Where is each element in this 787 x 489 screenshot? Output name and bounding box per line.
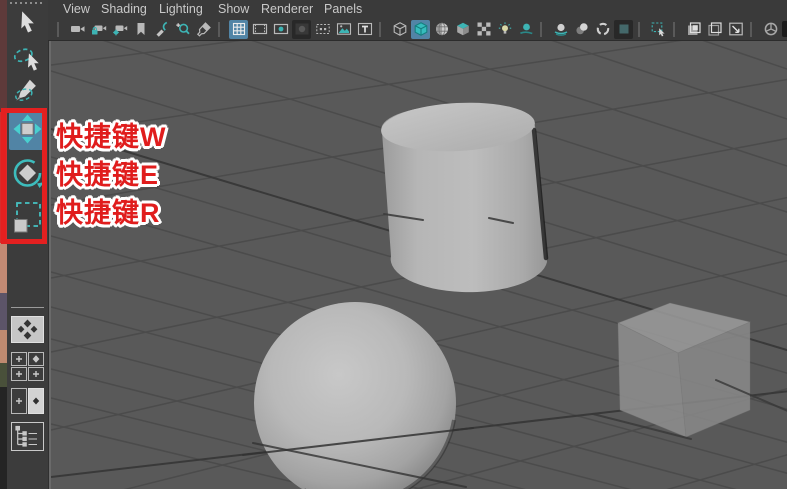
- gate-mask-icon[interactable]: [292, 19, 311, 39]
- strip-segment: [0, 0, 7, 112]
- separator: [57, 21, 63, 37]
- strip-segment: [0, 112, 7, 243]
- panel-header: View Shading Lighting Show Renderer Pane…: [48, 0, 787, 41]
- field-chart-icon[interactable]: [313, 20, 332, 39]
- isolate-select-load-icon[interactable]: [705, 20, 724, 39]
- separator: [750, 21, 756, 37]
- menu-item-view[interactable]: View: [63, 2, 90, 16]
- sphere-object[interactable]: [254, 302, 456, 489]
- pane-layout-button-b[interactable]: [28, 352, 44, 366]
- maya-window: View Shading Lighting Show Renderer Pane…: [0, 0, 787, 489]
- select-arrow-icon: [13, 8, 43, 43]
- rotate-tool-icon: [9, 152, 46, 199]
- multisampling-icon[interactable]: [614, 19, 633, 39]
- film-gate-icon[interactable]: [250, 20, 269, 39]
- cube-object[interactable]: [617, 302, 752, 438]
- bookmark-icon[interactable]: [131, 20, 150, 39]
- menu-item-show[interactable]: Show: [218, 2, 249, 16]
- shaded-mode-icon[interactable]: [411, 19, 430, 39]
- lighting-icon[interactable]: [495, 20, 514, 39]
- pane-layout-button-d[interactable]: [28, 367, 44, 381]
- two-pane-left-button[interactable]: [11, 388, 27, 414]
- separator: [218, 21, 224, 37]
- paint-select-tool-button[interactable]: [9, 78, 46, 106]
- grid-display-icon[interactable]: [229, 19, 248, 39]
- menu-item-lighting[interactable]: Lighting: [159, 2, 203, 16]
- lasso-icon: [11, 45, 45, 78]
- pane-layout-button-a[interactable]: [11, 352, 27, 366]
- strip-segment: [0, 243, 7, 293]
- panel-toolbar: 0.001.00: [48, 18, 787, 40]
- strip-segment: [0, 387, 7, 489]
- exposure-icon[interactable]: [761, 20, 780, 39]
- two-pane-right-button[interactable]: [28, 388, 44, 414]
- scene: [51, 40, 787, 489]
- cylinder-object[interactable]: [380, 99, 549, 293]
- single-pane-icon: [11, 315, 44, 348]
- wireframe-on-shaded-icon[interactable]: [432, 20, 451, 39]
- separator: [673, 21, 679, 37]
- image-plane-icon[interactable]: [334, 20, 353, 39]
- rotate-tool-button[interactable]: [9, 154, 46, 196]
- use-default-material-icon[interactable]: [474, 20, 493, 39]
- outliner-icon: [11, 421, 44, 456]
- toolbox: [7, 0, 49, 489]
- viewport[interactable]: [48, 40, 787, 489]
- textured-mode-icon[interactable]: [453, 20, 472, 39]
- select-tool-button[interactable]: [9, 8, 46, 42]
- toolbox-separator: [11, 307, 44, 308]
- menu-item-renderer[interactable]: Renderer: [261, 2, 313, 16]
- menu-item-shading[interactable]: Shading: [101, 2, 147, 16]
- move-tool-button[interactable]: [9, 112, 46, 150]
- panel-menu-bar: View Shading Lighting Show Renderer Pane…: [48, 0, 787, 18]
- wireframe-icon[interactable]: [390, 20, 409, 39]
- single-pane-layout-button[interactable]: [11, 315, 44, 348]
- scale-tool-icon: [9, 198, 46, 241]
- strip-segment: [0, 363, 7, 387]
- paint-brush-icon: [11, 77, 45, 108]
- shadows-icon[interactable]: [516, 20, 535, 39]
- resolution-gate-icon[interactable]: [271, 20, 290, 39]
- pan-zoom-icon[interactable]: [173, 20, 192, 39]
- grease-pencil-icon[interactable]: [152, 20, 171, 39]
- paint-brush-icon[interactable]: [194, 20, 213, 39]
- exposure-field[interactable]: 0.00: [782, 21, 787, 37]
- menu-item-panels[interactable]: Panels: [324, 2, 362, 16]
- isolate-select-icon[interactable]: [684, 20, 703, 39]
- scale-tool-button[interactable]: [9, 200, 46, 238]
- zoom-region-icon[interactable]: [726, 20, 745, 39]
- select-highlight-icon[interactable]: [649, 20, 668, 39]
- separator: [379, 21, 385, 37]
- camera-settings-icon[interactable]: [110, 20, 129, 39]
- move-tool-icon: [9, 110, 46, 153]
- anti-aliasing-icon[interactable]: [593, 20, 612, 39]
- separator: [540, 21, 546, 37]
- pane-layout-button-c[interactable]: [11, 367, 27, 381]
- separator: [638, 21, 644, 37]
- strip-segment: [0, 330, 7, 363]
- hud-text-icon[interactable]: [355, 20, 374, 39]
- occlusion-icon[interactable]: [551, 20, 570, 39]
- outliner-layout-button[interactable]: [11, 421, 44, 456]
- left-edge-artifact: [0, 0, 7, 489]
- lasso-tool-button[interactable]: [9, 46, 46, 76]
- strip-segment: [0, 293, 7, 330]
- camera-lock-icon[interactable]: [89, 20, 108, 39]
- camera-icon[interactable]: [68, 20, 87, 39]
- motion-blur-icon[interactable]: [572, 20, 591, 39]
